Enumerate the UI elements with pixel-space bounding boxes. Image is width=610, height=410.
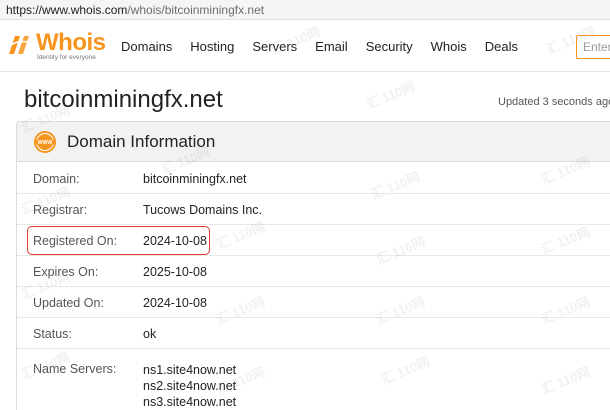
row-expires-on: Expires On: 2025-10-08: [17, 256, 610, 287]
row-registrar: Registrar: Tucows Domains Inc.: [17, 194, 610, 225]
name-server-list: ns1.site4now.net ns2.site4now.net ns3.si…: [143, 362, 236, 410]
url-host: https://www.whois.com: [6, 2, 128, 17]
row-status: Status: ok: [17, 318, 610, 349]
page-title: bitcoinminingfx.net: [24, 86, 223, 113]
main-nav: Domains Hosting Servers Email Security W…: [121, 20, 536, 72]
nav-security[interactable]: Security: [366, 39, 413, 54]
name-server-item: ns2.site4now.net: [143, 379, 237, 393]
row-value: 2025-10-08: [143, 265, 207, 279]
domain-search-input[interactable]: [576, 35, 610, 59]
row-value: ok: [143, 327, 157, 341]
site-header: Whois Identity for everyone Domains Host…: [0, 20, 610, 72]
row-name-servers: Name Servers: ns1.site4now.net ns2.site4…: [17, 349, 610, 410]
address-bar[interactable]: https://www.whois.com/whois/bitcoinminin…: [0, 0, 610, 20]
whois-logo[interactable]: Whois Identity for everyone: [6, 29, 106, 63]
row-domain: Domain: bitcoinminingfx.net: [17, 163, 610, 194]
logo-tagline: Identity for everyone: [37, 54, 96, 61]
whois-logo-icon: [9, 36, 32, 54]
row-value: bitcoinminingfx.net: [143, 172, 247, 186]
nav-email[interactable]: Email: [315, 39, 348, 54]
row-label: Status:: [33, 327, 72, 341]
row-label: Expires On:: [33, 265, 99, 279]
card-header: WWW Domain Information: [17, 122, 610, 162]
row-label: Domain:: [33, 172, 80, 186]
row-label: Registrar:: [33, 203, 88, 217]
nav-whois[interactable]: Whois: [431, 39, 467, 54]
row-label: Name Servers:: [33, 362, 117, 376]
row-value: Tucows Domains Inc.: [143, 203, 263, 217]
updated-timestamp: Updated 3 seconds ago: [498, 96, 610, 108]
logo-wordmark: Whois: [36, 29, 106, 56]
www-globe-icon: WWW: [34, 131, 56, 153]
nav-domains[interactable]: Domains: [121, 39, 172, 54]
domain-information-card: WWW Domain Information Domain: bitcoinmi…: [16, 121, 610, 410]
page: https://www.whois.com/whois/bitcoinminin…: [0, 0, 610, 410]
name-server-item: ns3.site4now.net: [143, 395, 237, 409]
svg-text:WWW: WWW: [38, 140, 53, 146]
row-label: Updated On:: [33, 296, 104, 310]
row-value: 2024-10-08: [143, 296, 207, 310]
nav-servers[interactable]: Servers: [252, 39, 297, 54]
card-title: Domain Information: [67, 132, 216, 151]
row-updated-on: Updated On: 2024-10-08: [17, 287, 610, 318]
nav-deals[interactable]: Deals: [485, 39, 518, 54]
name-server-item: ns1.site4now.net: [143, 363, 237, 377]
url-path: /whois/bitcoinminingfx.net: [127, 2, 265, 17]
domain-info-rows: Domain: bitcoinminingfx.net Registrar: T…: [17, 163, 610, 410]
nav-hosting[interactable]: Hosting: [190, 39, 234, 54]
watermark: 汇 110网: [364, 78, 417, 112]
registered-on-highlight-box: [27, 226, 210, 255]
